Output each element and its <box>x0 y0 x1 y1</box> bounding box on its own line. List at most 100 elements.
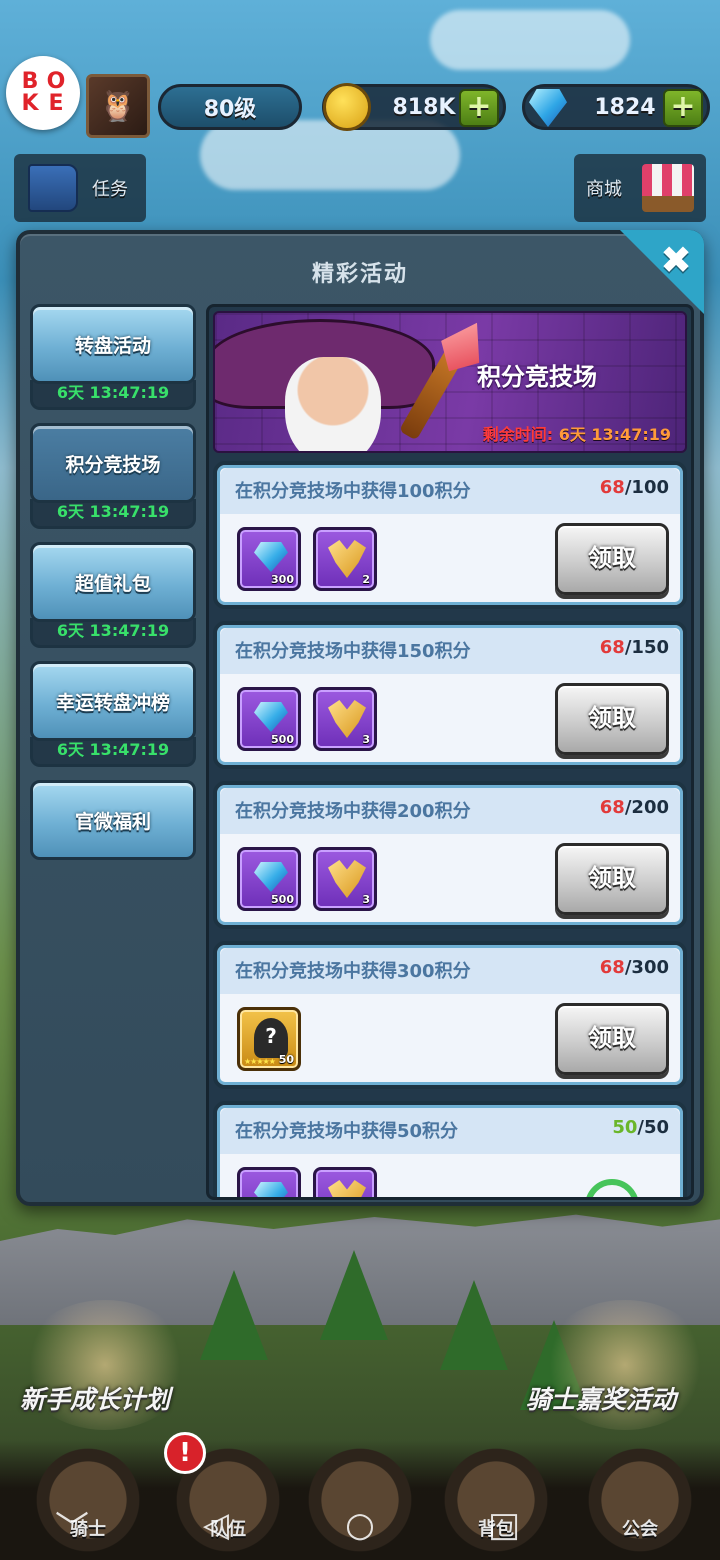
home-icon[interactable]: ○ <box>320 1505 400 1545</box>
mystery-hero-icon: ? <box>254 1018 288 1058</box>
tree-scenery <box>440 1280 508 1370</box>
progress-current: 68 <box>599 797 625 818</box>
quest-progress: 68/200 <box>600 797 669 818</box>
completed-check-icon <box>585 1179 639 1197</box>
reward-medal[interactable] <box>313 1167 377 1197</box>
tab-timer: 6天 13:47:19 <box>30 737 196 767</box>
reward-medal[interactable]: 3 <box>313 687 377 751</box>
add-coins-button[interactable]: + <box>459 89 499 127</box>
tree-scenery <box>320 1250 388 1340</box>
progress-current: 68 <box>599 637 625 658</box>
quest-item: 在积分竞技场中获得300积分 68/300 ? ★★★★★ 50 领取 <box>213 941 687 1089</box>
level-text: 80级 <box>203 97 257 122</box>
shop-button[interactable]: 商城 <box>574 154 706 222</box>
reward-quantity: 500 <box>271 893 294 906</box>
claim-button[interactable]: 领取 <box>555 523 669 595</box>
close-icon[interactable]: ✖ <box>656 240 696 280</box>
tab-timer: 6天 13:47:19 <box>30 618 196 648</box>
quest-item: 在积分竞技场中获得100积分 68/100 300 2 领取 <box>213 461 687 609</box>
reward-diamond[interactable]: 500 <box>237 687 301 751</box>
tab-points-arena[interactable]: 积分竞技场 6天 13:47:19 <box>30 423 196 529</box>
diamond-icon <box>254 542 288 572</box>
alert-badge-icon: ! <box>164 1432 206 1474</box>
diamond-icon <box>529 89 567 127</box>
remaining-value: 6天 13:47:19 <box>558 425 671 444</box>
back-icon[interactable]: ◁ <box>176 1505 256 1545</box>
tab-value-pack[interactable]: 超值礼包 6天 13:47:19 <box>30 542 196 648</box>
tab-label[interactable]: 超值礼包 <box>30 542 196 622</box>
book-icon <box>28 164 78 212</box>
coin-icon <box>323 83 371 131</box>
quest-progress: 68/150 <box>600 637 669 658</box>
task-button[interactable]: 任务 <box>14 154 146 222</box>
quest-title: 在积分竞技场中获得300积分 <box>235 961 471 982</box>
diamond-icon <box>254 862 288 892</box>
wizard-face-art <box>285 357 381 451</box>
reward-quantity: 2 <box>362 573 370 586</box>
claim-button[interactable]: 领取 <box>555 683 669 755</box>
tree-scenery <box>200 1270 268 1360</box>
add-gems-button[interactable]: + <box>663 89 703 127</box>
remaining-label: 剩余时间: <box>482 425 554 444</box>
medal-icon <box>328 1180 366 1197</box>
tab-label[interactable]: 官微福利 <box>30 780 196 860</box>
quest-item: 在积分竞技场中获得150积分 68/150 500 3 领取 <box>213 621 687 769</box>
panel-title: 精彩活动 <box>311 262 408 287</box>
task-label: 任务 <box>92 179 128 200</box>
quest-item: 在积分竞技场中获得200积分 68/200 500 3 领取 <box>213 781 687 929</box>
activity-panel: 精彩活动 ✖ 转盘活动 6天 13:47:19 积分竞技场 6天 13:47:1… <box>16 230 704 1206</box>
progress-target: /50 <box>637 1117 669 1138</box>
reward-hero-shard[interactable]: ? ★★★★★ 50 <box>237 1007 301 1071</box>
tab-label[interactable]: 转盘活动 <box>30 304 196 384</box>
coin-amount: 818K <box>392 94 456 120</box>
medal-icon <box>328 700 366 738</box>
medal-icon <box>328 540 366 578</box>
star-rating-icon: ★★★★★ <box>244 1057 276 1066</box>
quest-progress: 68/300 <box>600 957 669 978</box>
gem-display: 1824 + <box>522 84 710 130</box>
recent-apps-icon[interactable]: □ <box>464 1505 544 1545</box>
tab-lucky-wheel-ranking[interactable]: 幸运转盘冲榜 6天 13:47:19 <box>30 661 196 767</box>
quest-progress: 68/100 <box>600 477 669 498</box>
progress-target: /200 <box>624 797 669 818</box>
medal-icon <box>328 860 366 898</box>
quest-title: 在积分竞技场中获得150积分 <box>235 641 471 662</box>
quest-list[interactable]: 在积分竞技场中获得100积分 68/100 300 2 领取 在积分竞技场中获得… <box>213 461 687 1197</box>
diamond-icon <box>254 1182 288 1197</box>
claim-button[interactable]: 领取 <box>555 1003 669 1075</box>
claim-button[interactable]: 领取 <box>555 843 669 915</box>
store-icon <box>642 164 694 212</box>
quest-progress: 50/50 <box>612 1117 669 1138</box>
quest-title: 在积分竞技场中获得100积分 <box>235 481 471 502</box>
reward-quantity: 50 <box>278 1053 294 1066</box>
tab-label[interactable]: 积分竞技场 <box>30 423 196 503</box>
quest-title: 在积分竞技场中获得200积分 <box>235 801 471 822</box>
tab-timer: 6天 13:47:19 <box>30 499 196 529</box>
reward-diamond[interactable]: 300 <box>237 527 301 591</box>
reward-quantity: 3 <box>362 893 370 906</box>
event-content[interactable]: 积分竞技场 剩余时间: 6天 13:47:19 在积分竞技场中获得100积分 6… <box>206 304 694 1200</box>
remaining-time: 剩余时间: 6天 13:47:19 <box>483 421 671 445</box>
tab-label[interactable]: 幸运转盘冲榜 <box>30 661 196 741</box>
knight-reward-label[interactable]: 骑士嘉奖活动 <box>526 1380 676 1416</box>
reward-quantity: 300 <box>271 573 294 586</box>
diamond-icon <box>254 702 288 732</box>
coin-display: 818K + <box>322 83 506 131</box>
event-banner: 积分竞技场 剩余时间: 6天 13:47:19 <box>213 311 687 453</box>
hide-nav-icon[interactable]: ﹀ <box>32 1501 112 1550</box>
player-avatar[interactable]: 🦉 <box>86 74 150 138</box>
tab-wheel-event[interactable]: 转盘活动 6天 13:47:19 <box>30 304 196 410</box>
boke-logo: BOKE <box>6 56 80 130</box>
reward-medal[interactable]: 3 <box>313 847 377 911</box>
reward-quantity: 500 <box>271 733 294 746</box>
newbie-growth-label[interactable]: 新手成长计划 <box>20 1380 170 1416</box>
reward-diamond[interactable]: 500 <box>237 847 301 911</box>
cloud <box>200 120 460 190</box>
tab-official-benefits[interactable]: 官微福利 <box>30 780 196 860</box>
shop-label: 商城 <box>586 179 622 200</box>
reward-medal[interactable]: 2 <box>313 527 377 591</box>
gem-amount: 1824 <box>594 94 656 120</box>
quest-item: 在积分竞技场中获得50积分 50/50 <box>213 1101 687 1197</box>
reward-quantity: 3 <box>362 733 370 746</box>
reward-diamond[interactable] <box>237 1167 301 1197</box>
